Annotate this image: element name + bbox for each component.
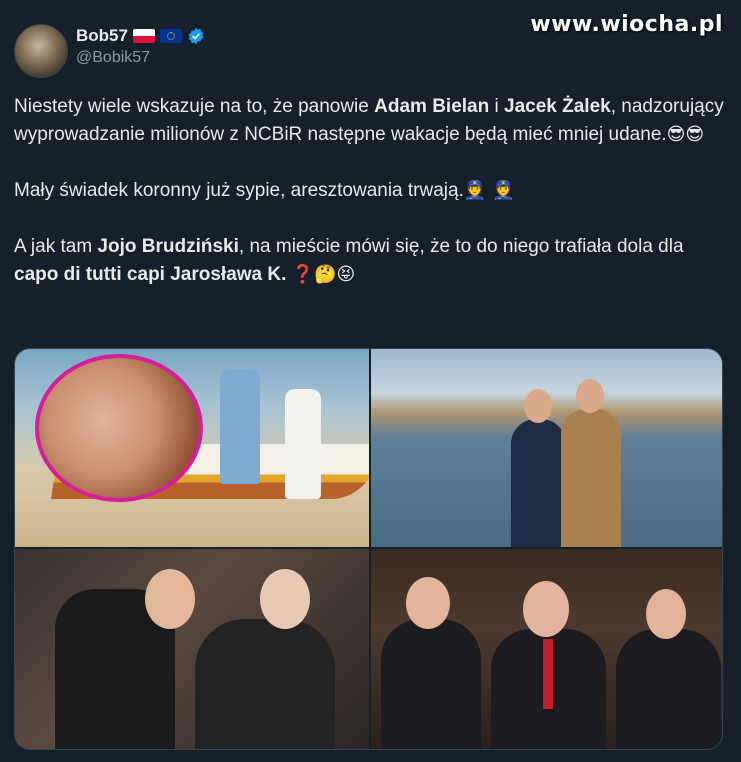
tweet-paragraph-1: Niestety wiele wskazuje na to, że panowi… [14, 93, 726, 149]
tweet-paragraph-3: A jak tam Jojo Brudziński, na mieście mó… [14, 233, 726, 289]
user-handle[interactable]: @Bobik57 [76, 49, 205, 67]
man-right-head [260, 569, 310, 629]
verified-badge-icon [188, 27, 204, 45]
police-emoji-icon: 👮 👮 [463, 180, 515, 201]
bold-name: Adam Bielan [374, 96, 490, 117]
meeting-photo[interactable] [15, 549, 369, 749]
question-mark-emoji-icon: ❓ [291, 264, 315, 285]
text-span: , na mieście mówi się, że to do niego tr… [238, 236, 684, 257]
bold-name: Jojo Brudziński [97, 236, 239, 257]
man-figure [220, 369, 260, 484]
flag-poland-icon [132, 29, 155, 43]
text-span: Mały świadek koronny już sypie, aresztow… [14, 180, 464, 201]
red-tie [543, 639, 553, 709]
bold-name: Jacek Żalek [504, 96, 611, 117]
text-span: Niestety wiele wskazuje na to, że panowi… [14, 96, 375, 117]
man-right-figure [195, 619, 335, 749]
flag-eu-icon [159, 29, 182, 43]
audience-photo[interactable] [371, 549, 722, 749]
woman-head [524, 389, 552, 423]
harbor-couple-photo[interactable] [371, 349, 722, 547]
man-right-head [646, 589, 686, 639]
media-grid [14, 348, 723, 750]
thinking-tongue-emoji-icon: 🤔😝 [314, 264, 356, 285]
beach-photo[interactable] [15, 349, 369, 547]
tweet-header: Bob57 @Bobik57 [14, 24, 205, 78]
sunglasses-emoji-icon: 😎😎 [666, 124, 705, 145]
inset-circle-photo [35, 354, 203, 502]
man-center-head [523, 581, 569, 637]
man-head [576, 379, 604, 413]
woman-figure [511, 419, 566, 547]
man-left-head [406, 577, 450, 629]
avatar[interactable] [14, 24, 68, 78]
bold-name: capo di tutti capi Jarosława K. [14, 264, 287, 285]
user-info: Bob57 @Bobik57 [76, 26, 205, 67]
tweet-paragraph-2: Mały świadek koronny już sypie, aresztow… [14, 177, 726, 205]
woman-figure [285, 389, 321, 499]
text-span: i [489, 96, 505, 117]
watermark: www.wiocha.pl [530, 12, 723, 37]
man-figure [561, 409, 621, 547]
man-left-figure [381, 619, 481, 749]
man-left-head [145, 569, 195, 629]
man-right-figure [616, 629, 721, 749]
tweet-text: Niestety wiele wskazuje na to, że panowi… [14, 93, 726, 317]
display-name[interactable]: Bob57 [76, 26, 128, 46]
text-span: A jak tam [14, 236, 98, 257]
name-row: Bob57 [76, 26, 205, 46]
